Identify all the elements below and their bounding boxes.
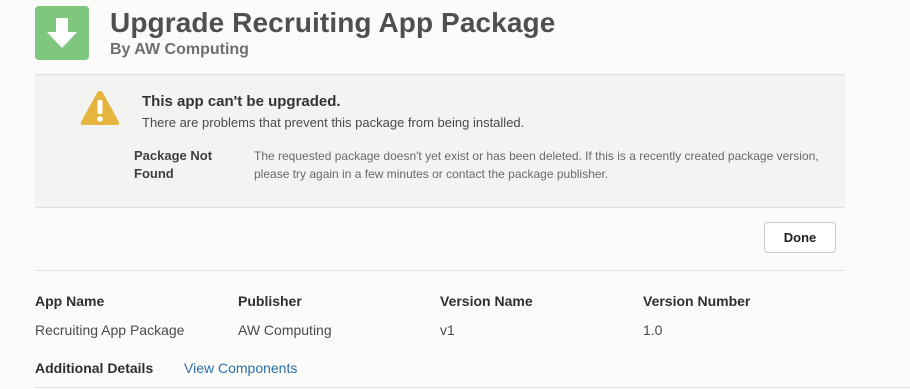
error-description: There are problems that prevent this pac…	[142, 115, 525, 130]
download-arrow-icon	[35, 6, 89, 60]
app-name-value: Recruiting App Package	[35, 322, 185, 338]
warning-icon	[79, 89, 121, 132]
version-number-header: Version Number	[643, 293, 751, 309]
version-number-value: 1.0	[643, 322, 663, 338]
additional-details-label: Additional Details	[35, 360, 154, 376]
done-button[interactable]: Done	[764, 222, 836, 253]
view-components-link[interactable]: View Components	[184, 360, 297, 376]
publisher-header: Publisher	[238, 293, 302, 309]
publisher-value: AW Computing	[238, 322, 332, 338]
error-detail-label: Package Not Found	[134, 148, 213, 181]
app-name-header: App Name	[35, 293, 105, 309]
bottom-divider	[35, 387, 910, 388]
error-title: This app can't be upgraded.	[142, 93, 341, 110]
page-title: Upgrade Recruiting App Package	[110, 7, 556, 38]
version-name-header: Version Name	[440, 293, 533, 309]
version-name-value: v1	[440, 322, 455, 338]
page-header: Upgrade Recruiting App Package By AW Com…	[35, 6, 895, 62]
publisher-subtitle: By AW Computing	[110, 41, 249, 58]
error-panel: This app can't be upgraded. There are pr…	[35, 74, 845, 208]
divider	[35, 270, 845, 271]
error-detail-message: The requested package doesn't yet exist …	[254, 149, 819, 181]
